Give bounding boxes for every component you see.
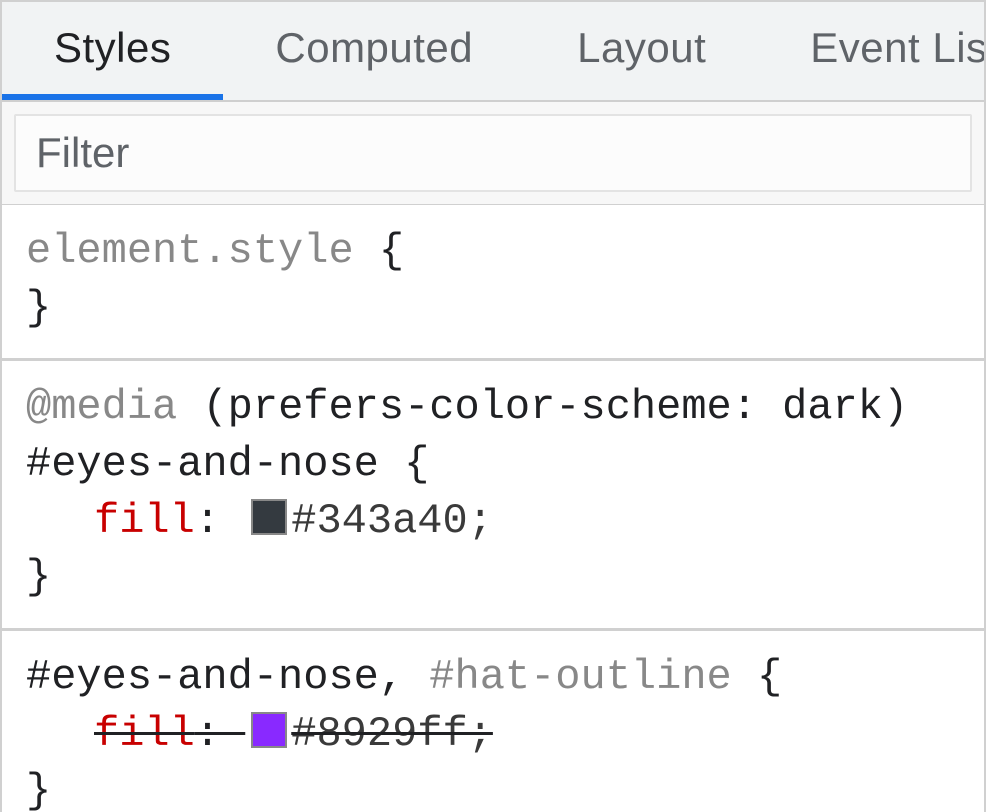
media-query: (prefers-color-scheme: dark) (202, 383, 908, 431)
media-keyword: @media (26, 383, 177, 431)
declaration[interactable]: fill: #343a40; (26, 493, 960, 550)
value[interactable]: #343a40; (291, 497, 493, 545)
tabs-bar: Styles Computed Layout Event Listeners (2, 2, 984, 102)
property[interactable]: fill (94, 710, 195, 758)
tab-event-listeners[interactable]: Event Listeners (758, 2, 984, 100)
close-brace: } (26, 284, 51, 332)
selector-part-unmatched[interactable]: #hat-outline (429, 653, 731, 701)
close-brace: } (26, 767, 51, 812)
styles-rules: element.style { } @media (prefers-color-… (2, 205, 984, 812)
tab-computed[interactable]: Computed (223, 2, 525, 100)
property[interactable]: fill (94, 497, 195, 545)
style-rule[interactable]: element.style { } (2, 205, 984, 361)
close-brace: } (26, 553, 51, 601)
value[interactable]: #8929ff; (291, 710, 493, 758)
selector[interactable]: element.style (26, 227, 354, 275)
selector[interactable]: #eyes-and-nose (26, 440, 379, 488)
declaration[interactable]: fill: #8929ff; (26, 706, 960, 763)
color-swatch-icon[interactable] (251, 499, 287, 535)
filter-bar (2, 102, 984, 205)
style-rule[interactable]: #eyes-and-nose, #hat-outline { fill: #89… (2, 631, 984, 812)
color-swatch-icon[interactable] (251, 712, 287, 748)
tab-layout[interactable]: Layout (525, 2, 758, 100)
selector-separator: , (379, 653, 429, 701)
open-brace: { (757, 653, 782, 701)
style-rule[interactable]: @media (prefers-color-scheme: dark) #eye… (2, 361, 984, 631)
filter-input[interactable] (14, 114, 972, 192)
selector-part-matched[interactable]: #eyes-and-nose (26, 653, 379, 701)
tab-styles[interactable]: Styles (2, 2, 223, 100)
open-brace: { (404, 440, 429, 488)
